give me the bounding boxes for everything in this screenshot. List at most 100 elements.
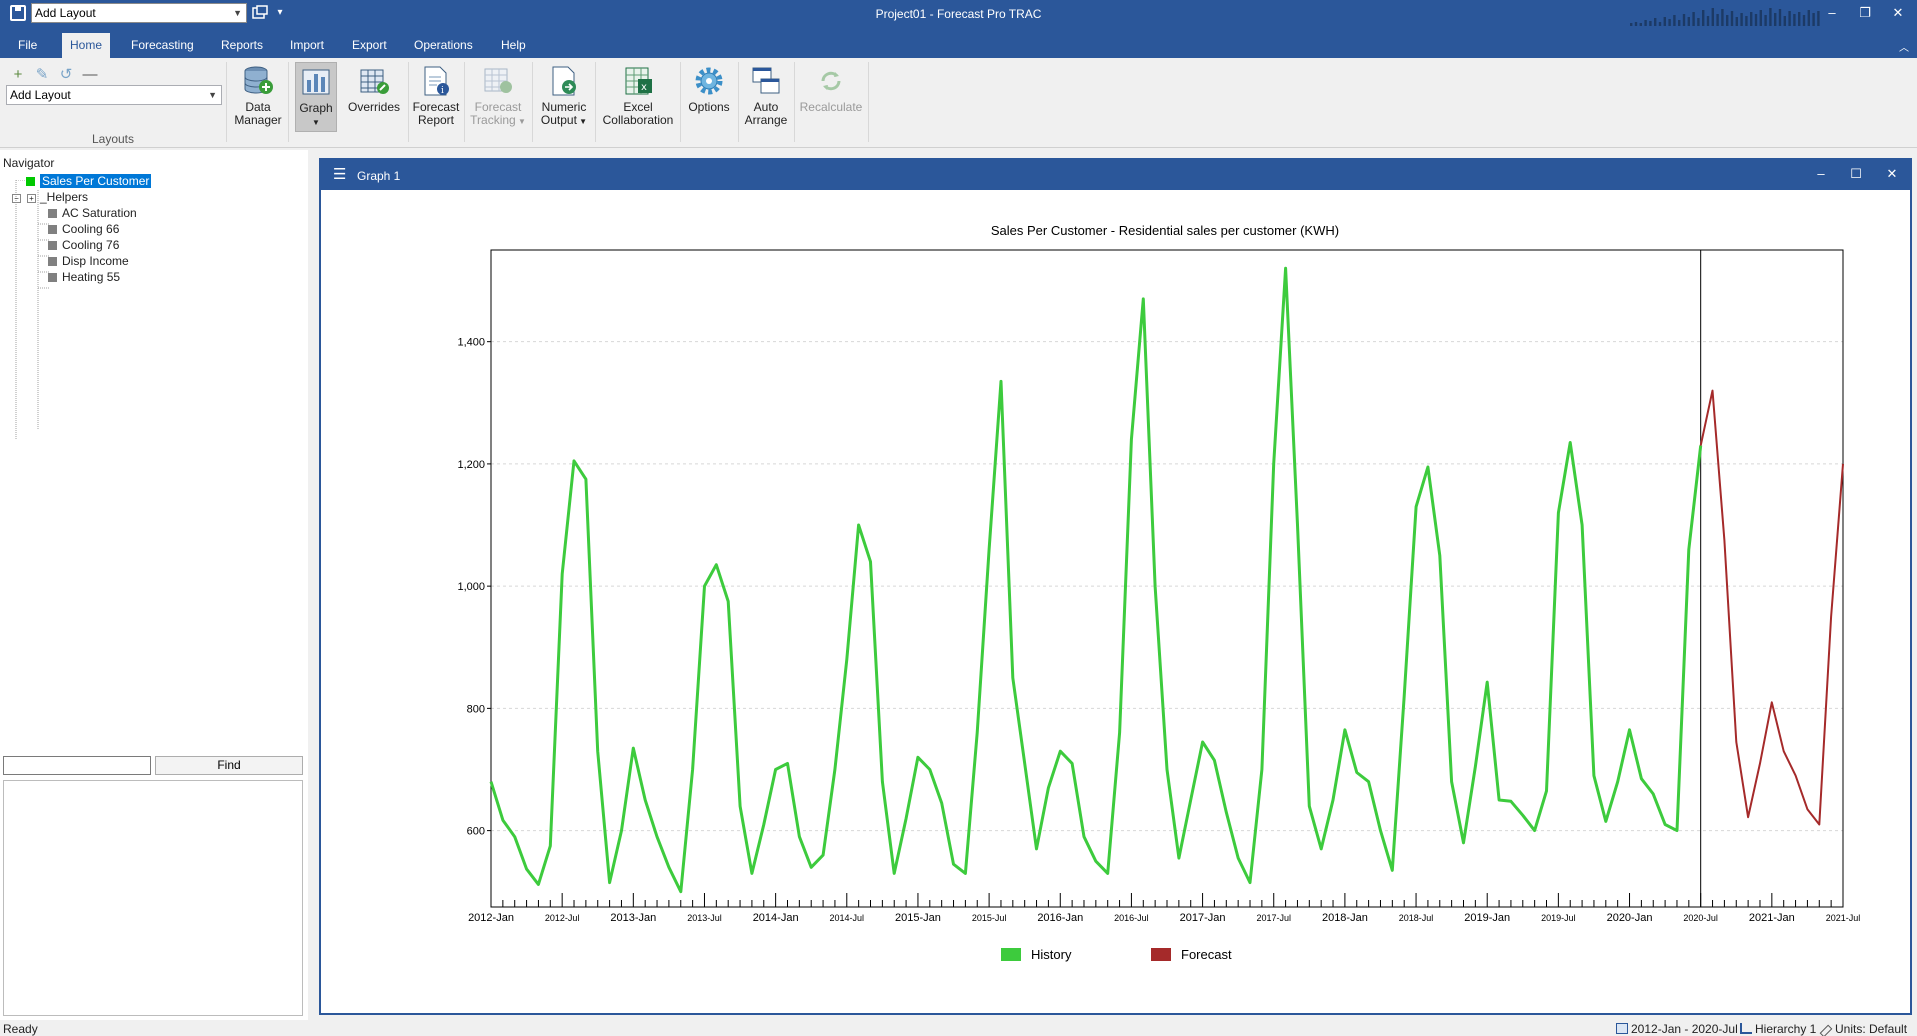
units-status[interactable]: Units: Default [1819,1022,1907,1036]
title-bar: Add Layout ▼ ▾ Project01 - Forecast Pro … [0,0,1917,28]
ribbon-separator [288,62,289,142]
sparkline-bar [1644,20,1647,26]
forecast-report-button[interactable]: i Forecast Report [412,62,460,127]
status-bar: Ready 2012-Jan - 2020-Jul Hierarchy 1 Un… [0,1020,1917,1036]
forecast-tracking-label-1: Forecast [474,100,522,114]
x-tick-label: 2013-Jul [687,913,722,923]
x-tick-label: 2015-Jul [972,913,1007,923]
x-tick-label: 2013-Jan [610,912,656,924]
tab-export[interactable]: Export [344,33,395,58]
menu-icon[interactable]: ☰ [333,167,346,182]
overrides-icon [360,69,389,94]
minimize-icon[interactable]: – [1822,5,1842,21]
ribbon: + ✎ ↺ — Add Layout ▼ Layouts Data Manage… [0,58,1917,148]
tree-item-disp-income[interactable]: Disp Income [48,254,129,268]
sparkline-bar [1730,11,1734,26]
y-tick-label: 1,400 [457,337,485,349]
gear-icon [695,67,723,95]
sparkline-bar [1793,14,1796,26]
tab-reports[interactable]: Reports [213,33,271,58]
find-results-list[interactable] [3,780,303,1016]
tab-file[interactable]: File [10,33,45,58]
remove-layout-icon[interactable]: — [81,66,99,84]
overrides-button[interactable]: Overrides [346,62,402,114]
x-tick-label: 2020-Jul [1683,913,1718,923]
find-button[interactable]: Find [155,756,303,775]
x-tick-label: 2021-Jan [1749,912,1795,924]
calendar-icon [1616,1023,1628,1034]
collapse-icon[interactable]: − [12,194,21,203]
ribbon-separator [408,62,409,142]
tag-icon [1819,1024,1833,1036]
add-layout-icon[interactable]: + [9,66,27,84]
sparkline-bar [1764,15,1767,26]
x-tick-label: 2017-Jul [1256,913,1291,923]
sparkline-bar [1663,17,1666,26]
navigator-panel: Navigator Sales Per Customer − + _Helpers … [0,150,308,1020]
sparkline-bar [1788,11,1791,26]
tree-item-label: Sales Per Customer [40,174,152,188]
options-button[interactable]: Options [684,62,734,114]
forecast-tracking-icon [484,68,512,93]
close-icon[interactable]: ✕ [1882,166,1902,182]
date-range-value: 2012-Jan - 2020-Jul [1631,1022,1738,1036]
undo-layout-icon[interactable]: ↺ [57,66,75,84]
ribbon-separator [595,62,596,142]
expand-icon[interactable]: + [27,194,36,203]
recalculate-label: Recalculate [799,100,863,114]
forecast-tracking-button[interactable]: Forecast Tracking ▼ [468,62,528,128]
recalculate-button[interactable]: Recalculate [798,62,864,114]
x-tick-label: 2015-Jan [895,912,941,924]
tree-item-ac-saturation[interactable]: AC Saturation [48,206,137,220]
excel-collaboration-label-2: Collaboration [602,113,674,127]
sparkline-bar [1682,14,1686,26]
tab-home[interactable]: Home [62,33,111,58]
collapse-ribbon-icon[interactable]: ︿ [1899,39,1909,54]
chart-title: Sales Per Customer - Residential sales p… [991,223,1339,238]
chart: Sales Per Customer - Residential sales p… [457,223,1861,962]
ribbon-separator [464,62,465,142]
data-manager-button[interactable]: Data Manager [232,62,284,127]
layout-combo-value: Add Layout [10,88,71,102]
tree-item-cooling-76[interactable]: Cooling 76 [48,238,119,252]
forecast-series-line [1699,389,1844,826]
ribbon-tab-bar: File Home Forecasting Reports Import Exp… [0,28,1917,58]
tab-import[interactable]: Import [282,33,332,58]
x-tick-label: 2016-Jan [1037,912,1083,924]
close-icon[interactable]: ✕ [1888,5,1908,21]
excel-collaboration-button[interactable]: x Excel Collaboration [600,62,676,127]
auto-arrange-label-2: Arrange [744,113,788,127]
tree-item-heating-55[interactable]: Heating 55 [48,270,120,284]
date-range-status[interactable]: 2012-Jan - 2020-Jul [1616,1022,1738,1036]
sparkline-bar [1735,17,1738,26]
chart-series [489,266,1844,894]
hierarchy-status[interactable]: Hierarchy 1 [1740,1022,1816,1036]
tree-item-sales-per-customer[interactable]: Sales Per Customer [26,174,152,188]
auto-arrange-button[interactable]: Auto Arrange [742,62,790,127]
svg-text:i: i [441,86,444,96]
tree-item-cooling-66[interactable]: Cooling 66 [48,222,119,236]
sparkline-bar [1702,10,1705,26]
y-tick-label: 1,000 [457,581,485,593]
navigator-title: Navigator [3,156,55,170]
tab-help[interactable]: Help [493,33,534,58]
tree-item-helpers[interactable]: − + _Helpers [12,190,88,204]
sparkline-bar [1798,12,1801,26]
chevron-down-icon: ▼ [208,90,217,100]
tab-forecasting[interactable]: Forecasting [123,33,202,58]
minimize-icon[interactable]: – [1811,166,1831,181]
graph-button[interactable]: Graph ▼ [295,62,337,132]
graph-window: ☰ Graph 1 – ☐ ✕ Sales Per Customer - Res… [319,158,1912,1015]
tab-operations[interactable]: Operations [406,33,481,58]
ribbon-separator [532,62,533,142]
restore-icon[interactable]: ❐ [1855,5,1875,21]
edit-layout-icon[interactable]: ✎ [33,66,51,84]
y-tick-label: 800 [467,703,485,715]
options-label: Options [688,100,730,114]
numeric-output-label-2: Output [540,113,577,127]
find-input[interactable] [3,756,151,775]
layout-combo[interactable]: Add Layout ▼ [6,85,222,105]
numeric-output-button[interactable]: Numeric Output ▼ [536,62,592,128]
maximize-icon[interactable]: ☐ [1846,166,1866,182]
x-tick-label: 2021-Jul [1826,913,1861,923]
